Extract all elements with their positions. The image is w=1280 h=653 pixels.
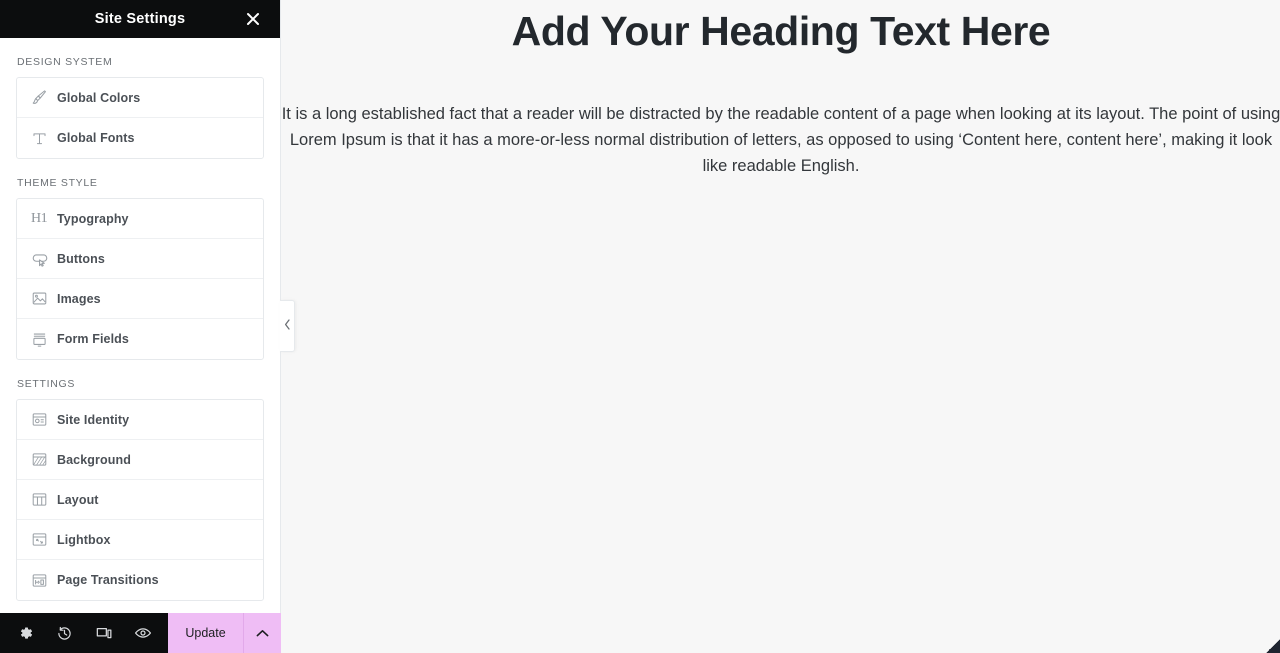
sidebar-item-label: Images [57, 291, 101, 306]
chevron-left-icon [284, 317, 291, 335]
sidebar-item-label: Page Transitions [57, 573, 159, 587]
page-title[interactable]: Add Your Heading Text Here [281, 0, 1280, 57]
gear-icon[interactable] [9, 613, 43, 653]
update-button[interactable]: Update [168, 613, 243, 653]
heading-h1-icon: H1 [31, 210, 48, 226]
design-system-card: Global Colors Global Fonts [16, 77, 264, 159]
layout-icon [31, 491, 57, 508]
section-label-design-system: DESIGN SYSTEM [17, 56, 113, 68]
section-label-theme-style: THEME STYLE [17, 177, 98, 189]
close-icon[interactable] [236, 0, 270, 38]
sidebar-item-label: Lightbox [57, 532, 111, 547]
panel-title: Site Settings [94, 11, 186, 27]
sidebar-item-form-fields[interactable]: Form Fields [17, 319, 263, 359]
sidebar-item-label: Layout [57, 492, 99, 507]
text-t-icon [31, 130, 57, 147]
theme-style-card: H1 Typography Buttons Images Form Fields [16, 198, 264, 360]
sidebar-item-layout[interactable]: Layout [17, 480, 263, 520]
site-identity-icon [31, 411, 57, 428]
sidebar-item-label: Buttons [57, 251, 105, 266]
panel-body[interactable]: DESIGN SYSTEM Global Colors Global Fonts… [0, 38, 280, 653]
section-label-settings: SETTINGS [17, 378, 76, 390]
settings-card: Site Identity Background Layout Lightbox… [16, 399, 264, 601]
publish-group: Update [168, 613, 281, 653]
sidebar-item-label: Global Fonts [57, 131, 135, 145]
panel-header: Site Settings [0, 0, 280, 38]
sidebar-item-label: Typography [57, 211, 129, 226]
button-cursor-icon [31, 250, 57, 268]
sidebar-item-images[interactable]: Images [17, 279, 263, 319]
sidebar-item-label: Form Fields [57, 332, 129, 346]
history-clock-icon[interactable] [48, 613, 82, 653]
sidebar-item-typography[interactable]: H1 Typography [17, 199, 263, 239]
sidebar-item-site-identity[interactable]: Site Identity [17, 400, 263, 440]
eye-icon[interactable] [126, 613, 160, 653]
sidebar-item-lightbox[interactable]: Lightbox [17, 520, 263, 560]
panel-footer-toolbar: Update [0, 613, 281, 653]
sidebar-item-label: Site Identity [57, 412, 130, 427]
preview-canvas[interactable]: Add Your Heading Text Here It is a long … [281, 0, 1280, 653]
page-paragraph[interactable]: It is a long established fact that a rea… [281, 101, 1280, 179]
page-transitions-icon [31, 572, 57, 589]
canvas-corner-marker [1266, 639, 1280, 653]
sidebar-item-page-transitions[interactable]: Page Transitions [17, 560, 263, 600]
image-icon [31, 290, 57, 307]
footer-tools [0, 613, 168, 653]
responsive-devices-icon[interactable] [87, 613, 121, 653]
canvas-content: Add Your Heading Text Here It is a long … [281, 0, 1280, 179]
sidebar-item-buttons[interactable]: Buttons [17, 239, 263, 279]
sidebar-item-global-fonts[interactable]: Global Fonts [17, 118, 263, 158]
sidebar-item-global-colors[interactable]: Global Colors [17, 78, 263, 118]
panel-collapse-handle[interactable] [280, 300, 295, 352]
chevron-up-icon[interactable] [243, 613, 281, 653]
editor-root: Add Your Heading Text Here It is a long … [0, 0, 1280, 653]
form-fields-icon [31, 331, 57, 348]
sidebar-item-label: Background [57, 452, 131, 467]
sidebar-item-label: Global Colors [57, 90, 141, 105]
lightbox-icon [31, 531, 57, 548]
sidebar-item-background[interactable]: Background [17, 440, 263, 480]
background-icon [31, 451, 57, 468]
paintbrush-icon [31, 89, 57, 106]
site-settings-panel: Site Settings DESIGN SYSTEM Global Color… [0, 0, 281, 653]
